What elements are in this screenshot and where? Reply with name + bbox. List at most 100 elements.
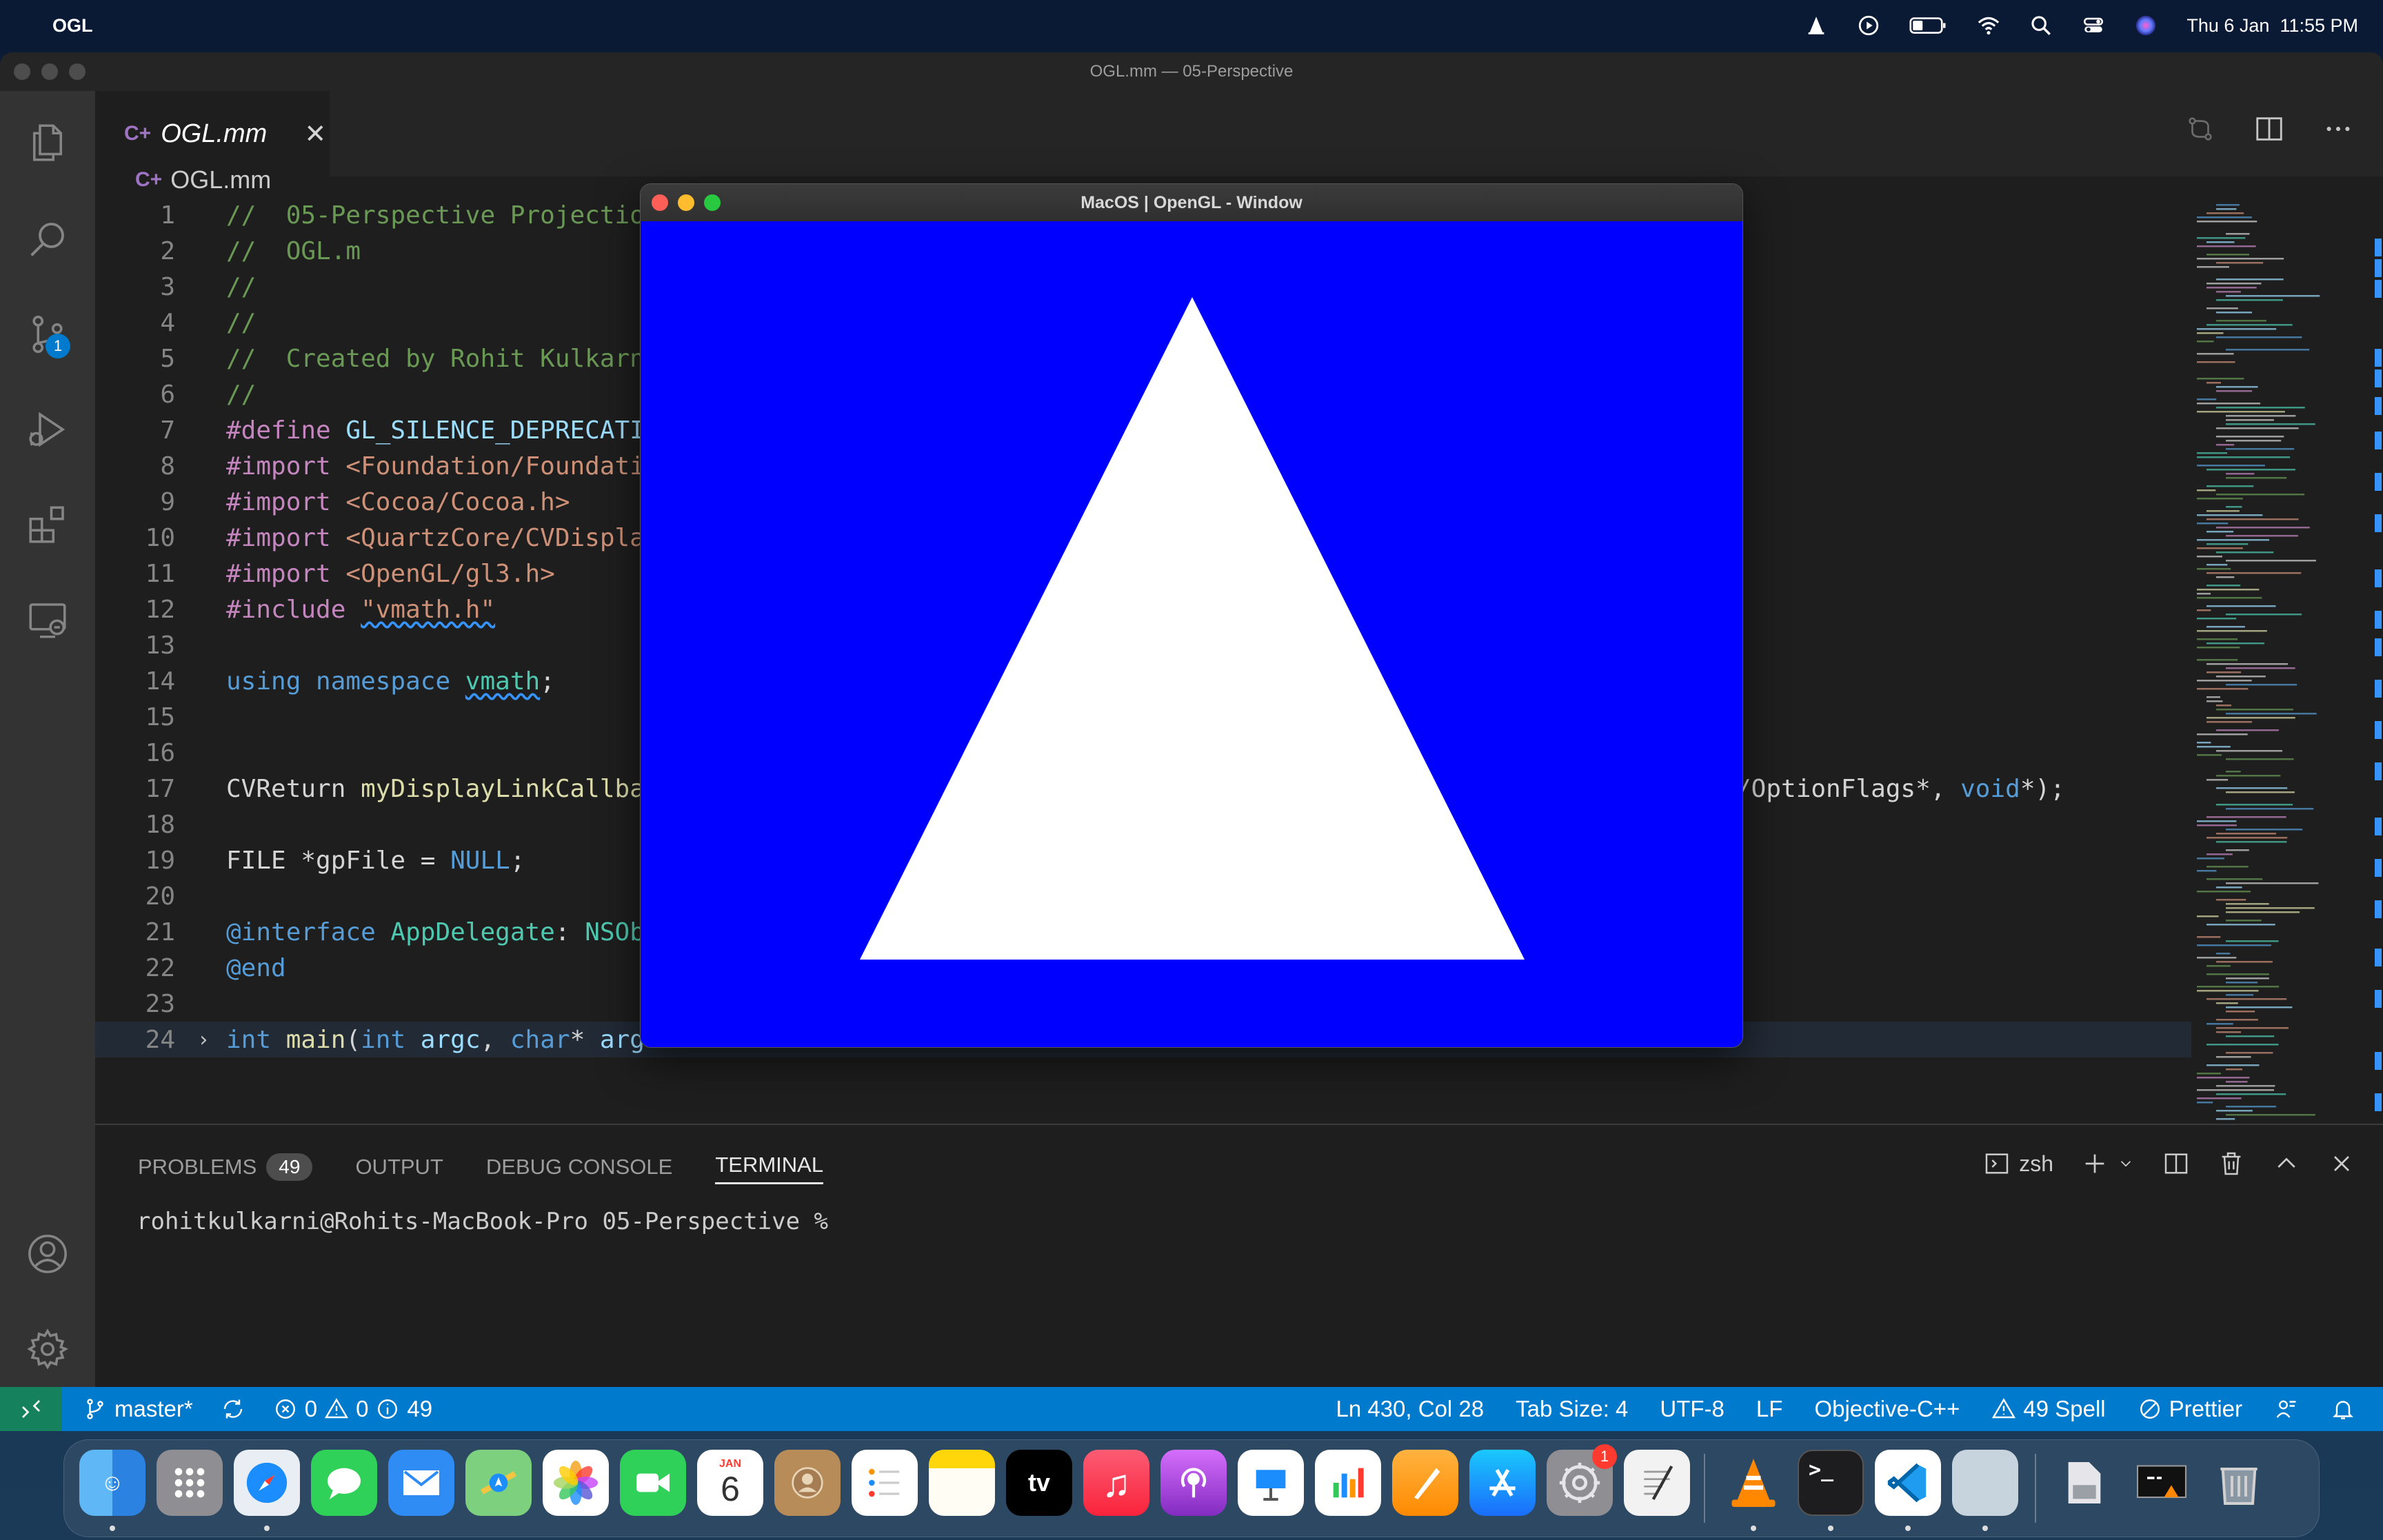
cursor-position[interactable]: Ln 430, Col 28 (1336, 1396, 1484, 1422)
close-window-button[interactable] (14, 63, 30, 80)
textedit-icon[interactable] (1624, 1450, 1690, 1516)
compare-changes-icon[interactable] (2183, 112, 2218, 146)
siri-icon[interactable] (2134, 14, 2158, 37)
code-text: @end (226, 953, 286, 982)
tab-size[interactable]: Tab Size: 4 (1516, 1396, 1628, 1422)
keynote-icon[interactable] (1238, 1450, 1304, 1516)
split-terminal-icon[interactable] (2162, 1150, 2190, 1177)
zoom-window-button[interactable] (69, 63, 86, 80)
minimap-line (2226, 1068, 2243, 1071)
minimize-window-button[interactable] (41, 63, 58, 80)
vscode-app-icon[interactable] (1875, 1450, 1941, 1516)
notes-icon[interactable] (929, 1450, 995, 1516)
launchpad-icon[interactable] (157, 1450, 223, 1516)
facetime-icon[interactable] (620, 1450, 686, 1516)
prettier-status[interactable]: Prettier (2138, 1396, 2242, 1422)
new-terminal-button[interactable] (2081, 1150, 2135, 1177)
kill-terminal-trash-icon[interactable] (2218, 1150, 2245, 1177)
apple-tv-icon[interactable]: tv (1006, 1450, 1072, 1516)
system-preferences-icon[interactable]: 1 (1547, 1444, 1617, 1516)
spotlight-search-icon[interactable] (2029, 14, 2053, 37)
more-actions-icon[interactable] (2321, 112, 2355, 146)
minimap-line (2206, 287, 2257, 289)
extensions-icon[interactable] (23, 500, 72, 549)
opengl-render-canvas[interactable] (641, 221, 1742, 1047)
editor-tab-bar: C+ OGL.mm ✕ (95, 91, 2383, 176)
end-of-line[interactable]: LF (1756, 1396, 1783, 1422)
window-title: OGL.mm — 05-Perspective (1089, 62, 1294, 81)
reminders-icon[interactable] (852, 1450, 918, 1516)
safari-icon[interactable] (234, 1450, 300, 1516)
opengl-window-title-bar[interactable]: MacOS | OpenGL - Window (641, 184, 1742, 221)
tab-debug-console[interactable]: DEBUG CONSOLE (486, 1150, 672, 1184)
mail-icon[interactable] (388, 1450, 454, 1516)
fold-chevron-icon[interactable]: › (197, 1028, 210, 1052)
close-panel-icon[interactable] (2328, 1150, 2355, 1177)
split-editor-icon[interactable] (2252, 112, 2286, 146)
minimap-line (2226, 1106, 2277, 1108)
remote-explorer-icon[interactable] (23, 596, 72, 644)
overview-ruler[interactable] (2373, 197, 2383, 1122)
git-branch[interactable]: master* (83, 1396, 193, 1422)
calendar-icon[interactable]: JAN 6 (697, 1450, 763, 1516)
file-encoding[interactable]: UTF-8 (1660, 1396, 1725, 1422)
close-window-button[interactable] (652, 194, 668, 211)
tab-label: OGL.mm (161, 119, 268, 148)
music-icon[interactable]: ♫ (1083, 1450, 1149, 1516)
wifi-icon[interactable] (1977, 14, 2000, 37)
maps-icon[interactable] (465, 1450, 532, 1516)
ogl-app-icon[interactable] (1952, 1450, 2018, 1516)
zoom-window-button[interactable] (704, 194, 721, 211)
terminal-app-icon[interactable]: >_ (1798, 1450, 1864, 1516)
app-menu-name[interactable]: OGL (52, 15, 93, 37)
notifications-bell-icon[interactable] (2331, 1397, 2355, 1421)
minimap[interactable] (2191, 197, 2373, 1122)
settings-gear-icon[interactable] (23, 1325, 72, 1373)
vlc-menu-icon[interactable] (1804, 14, 1828, 37)
spell-check[interactable]: 49 Spell (1991, 1396, 2106, 1422)
trash-icon[interactable] (2206, 1450, 2272, 1516)
minimap-line (2216, 729, 2279, 731)
minimize-window-button[interactable] (678, 194, 694, 211)
screen-recording-icon[interactable] (2129, 1450, 2195, 1516)
photos-icon[interactable] (543, 1450, 609, 1516)
problems-summary[interactable]: 0 0 49 (273, 1396, 432, 1422)
remote-indicator[interactable] (0, 1387, 62, 1431)
source-control-icon[interactable]: 1 (23, 310, 72, 358)
minimap-line (2226, 903, 2269, 905)
run-debug-icon[interactable] (23, 405, 72, 454)
minimap-line (2197, 221, 2258, 223)
downloads-folder-icon[interactable] (2051, 1450, 2118, 1516)
battery-icon[interactable] (1909, 14, 1948, 37)
breadcrumb-file[interactable]: OGL.mm (170, 165, 271, 194)
pages-icon[interactable] (1392, 1450, 1458, 1516)
podcasts-icon[interactable] (1160, 1450, 1227, 1516)
control-center-icon[interactable] (2082, 14, 2105, 37)
numbers-icon[interactable] (1315, 1450, 1381, 1516)
maximize-panel-chevron-up-icon[interactable] (2273, 1150, 2300, 1177)
search-icon[interactable] (23, 215, 72, 263)
messages-icon[interactable] (311, 1450, 377, 1516)
breadcrumb[interactable]: C+ OGL.mm (135, 163, 271, 197)
language-mode[interactable]: Objective-C++ (1814, 1396, 1960, 1422)
contacts-icon[interactable] (774, 1450, 841, 1516)
terminal-shell-selector[interactable]: zsh (1983, 1150, 2053, 1177)
close-tab-icon[interactable]: ✕ (304, 119, 326, 150)
app-store-icon[interactable] (1469, 1450, 1536, 1516)
feedback-icon[interactable] (2274, 1397, 2299, 1421)
explorer-icon[interactable] (23, 119, 72, 167)
terminal-prompt[interactable]: rohitkulkarni@Rohits-MacBook-Pro 05-Pers… (137, 1208, 828, 1235)
vlc-icon[interactable] (1720, 1450, 1787, 1516)
accounts-icon[interactable] (23, 1230, 72, 1278)
tab-output[interactable]: OUTPUT (355, 1150, 443, 1184)
sync-icon[interactable] (221, 1397, 245, 1421)
tab-problems[interactable]: PROBLEMS 49 (138, 1150, 313, 1184)
minimap-line (2206, 878, 2263, 880)
line-number: 5 (160, 344, 175, 373)
menu-bar-clock[interactable]: Thu 6 Jan 11:55 PM (2186, 15, 2358, 37)
minimap-line (2226, 233, 2250, 235)
opengl-window[interactable]: MacOS | OpenGL - Window (640, 183, 1743, 1048)
tab-terminal[interactable]: TERMINAL (715, 1150, 824, 1184)
finder-icon[interactable]: ☺ (79, 1450, 145, 1516)
play-icon[interactable] (1857, 14, 1880, 37)
